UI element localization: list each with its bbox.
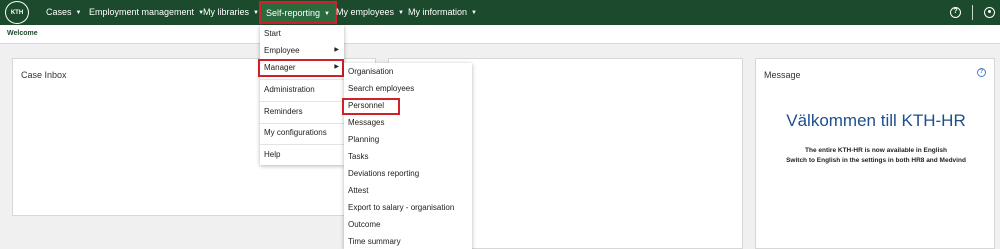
menu-item-outcome[interactable]: Outcome [344, 220, 472, 229]
menu-item-reminders[interactable]: Reminders [260, 107, 344, 116]
top-nav-bar: KTH Cases ▼ Employment management ▼ My lib… [0, 0, 1000, 25]
menu-separator [260, 101, 344, 102]
chevron-right-icon: ▶ [334, 47, 339, 53]
menu-item-time-summary[interactable]: Time summary [344, 237, 472, 246]
menu-item-tasks[interactable]: Tasks [344, 152, 472, 161]
nav-my-information-label: My information [408, 7, 468, 17]
manager-submenu: Organisation Search employees Personnel … [344, 63, 472, 249]
case-inbox-title: Case Inbox [21, 70, 67, 80]
nav-my-employees-label: My employees [336, 7, 395, 17]
breadcrumb[interactable]: Welcome [7, 30, 38, 37]
nav-self-reporting[interactable]: Self-reporting ▼ [259, 1, 337, 24]
self-reporting-menu: Start Employee ▶ Manager ▶ Administration … [260, 25, 344, 165]
menu-item-attest[interactable]: Attest [344, 186, 472, 195]
user-icon[interactable] [984, 7, 995, 18]
nav-divider [972, 5, 973, 20]
menu-item-planning[interactable]: Planning [344, 135, 472, 144]
menu-item-organisation[interactable]: Organisation [344, 67, 472, 76]
welcome-text-line2: Switch to English in the settings in bot… [786, 157, 966, 164]
menu-item-search-employees[interactable]: Search employees [344, 84, 472, 93]
nav-my-libraries[interactable]: My libraries ▼ [203, 0, 259, 25]
chevron-down-icon: ▼ [471, 10, 477, 16]
menu-item-deviations-reporting[interactable]: Deviations reporting [344, 169, 472, 178]
nav-cases[interactable]: Cases ▼ [46, 0, 81, 25]
menu-item-start[interactable]: Start [260, 29, 344, 38]
nav-my-employees[interactable]: My employees ▼ [336, 0, 404, 25]
menu-item-export-to-salary[interactable]: Export to salary - organisation [344, 203, 472, 212]
chevron-down-icon: ▼ [75, 10, 82, 16]
menu-separator [260, 144, 344, 145]
chevron-down-icon: ▼ [398, 10, 404, 16]
nav-my-information[interactable]: My information ▼ [408, 0, 477, 25]
message-title: Message [764, 70, 801, 80]
help-icon[interactable]: ? [977, 68, 986, 77]
menu-separator [260, 79, 344, 80]
kth-logo[interactable]: KTH [5, 1, 29, 24]
manager-highlight [258, 59, 344, 77]
message-panel: Message ? Välkommen till KTH-HR The enti… [755, 58, 995, 249]
nav-my-libraries-label: My libraries [203, 7, 250, 17]
welcome-heading: Välkommen till KTH-HR [786, 111, 966, 130]
nav-cases-label: Cases [46, 7, 72, 17]
logo-text: KTH [10, 9, 24, 16]
menu-item-employee[interactable]: Employee ▶ [260, 46, 344, 55]
nav-employment-management[interactable]: Employment management ▼ [89, 0, 204, 25]
personnel-highlight [342, 98, 400, 115]
chevron-down-icon: ▼ [324, 11, 330, 17]
menu-separator [260, 123, 344, 124]
welcome-text-line1: The entire KTH-HR is now available in En… [805, 147, 947, 154]
nav-employment-management-label: Employment management [89, 7, 195, 17]
menu-item-help[interactable]: Help [260, 150, 344, 159]
nav-self-reporting-label: Self-reporting [266, 8, 321, 18]
menu-item-messages[interactable]: Messages [344, 118, 472, 127]
breadcrumb-bar: Welcome [0, 25, 1000, 44]
menu-item-administration[interactable]: Administration [260, 85, 344, 94]
menu-item-my-configurations[interactable]: My configurations [260, 128, 344, 137]
help-icon[interactable]: ? [950, 7, 961, 18]
menu-item-employee-label: Employee [264, 46, 300, 55]
